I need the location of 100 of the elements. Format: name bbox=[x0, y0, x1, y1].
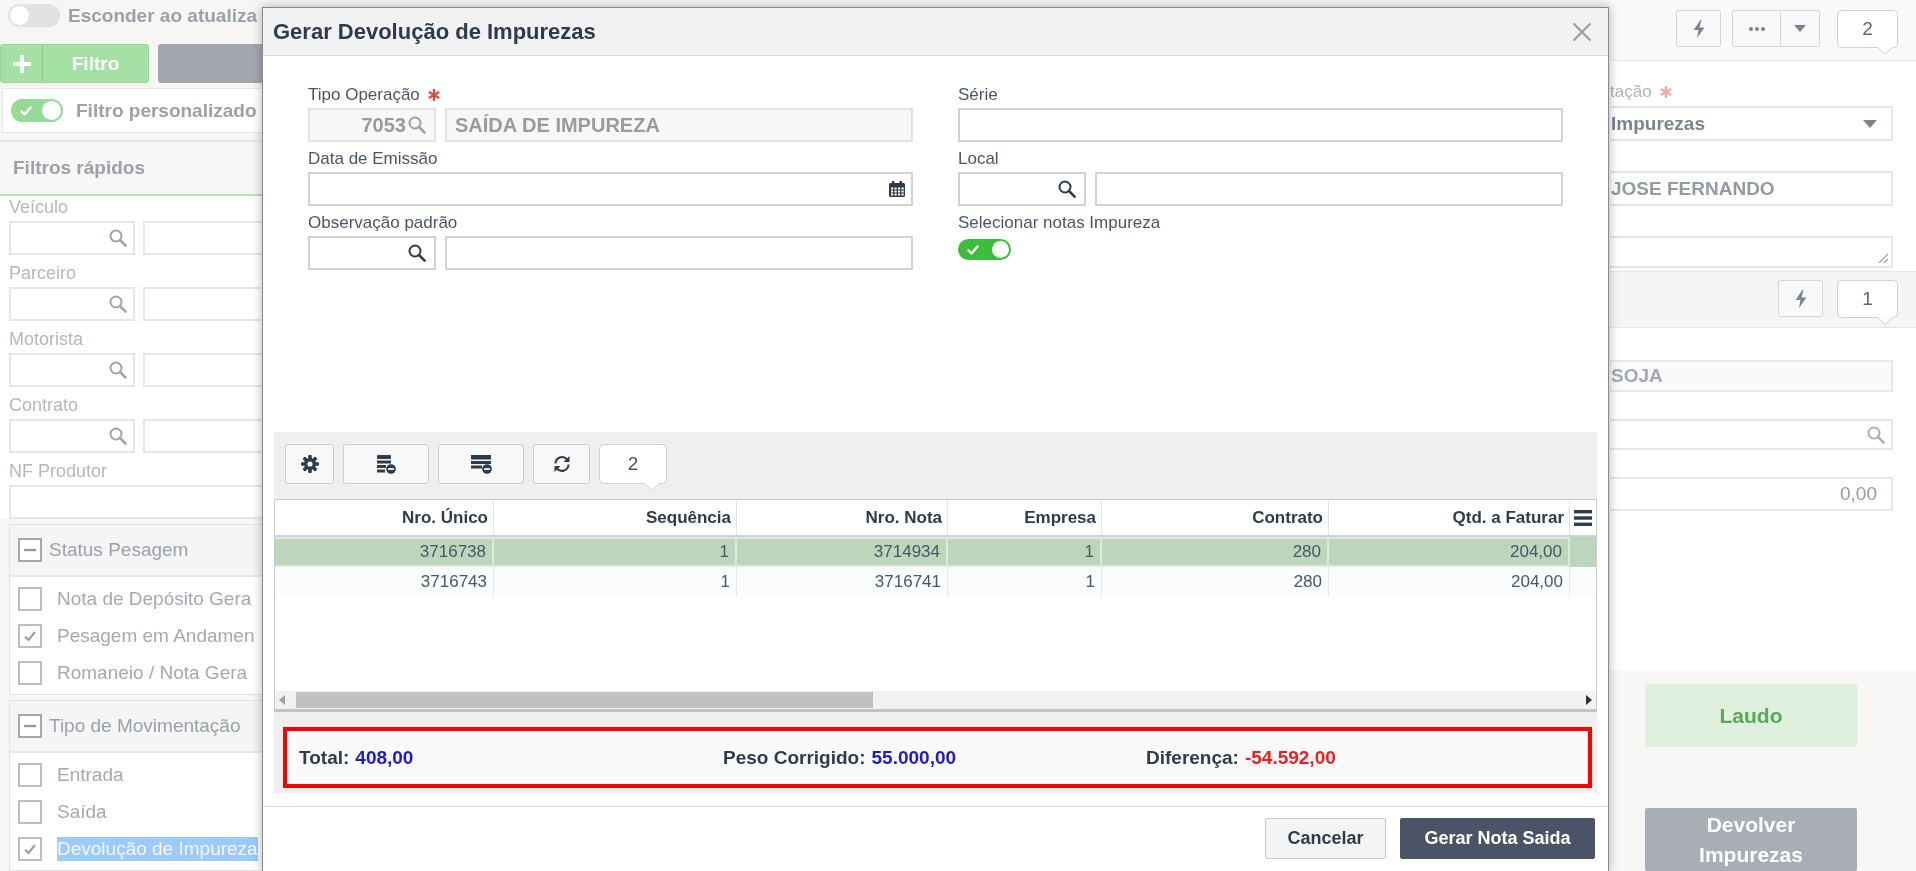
action-button[interactable]: Devolver Impurezas bbox=[1645, 808, 1857, 871]
checkbox-label[interactable]: Romaneio / Nota Gera bbox=[57, 660, 248, 685]
input-field[interactable] bbox=[445, 236, 913, 270]
table-cell: 1 bbox=[948, 567, 1102, 597]
input-field[interactable]: JOSE FERNANDO bbox=[1610, 171, 1893, 206]
table-cell: 280 bbox=[1102, 537, 1329, 567]
input-field[interactable] bbox=[9, 221, 135, 255]
column-header[interactable]: Sequência bbox=[494, 500, 737, 535]
input-field[interactable] bbox=[1610, 419, 1893, 450]
action-button[interactable] bbox=[1676, 10, 1721, 47]
input-field[interactable]: 0,00 bbox=[1610, 477, 1893, 511]
table-button[interactable] bbox=[343, 444, 429, 484]
refresh-icon bbox=[552, 455, 571, 473]
field-label: NF Produtor bbox=[9, 462, 108, 480]
minus-box-icon[interactable] bbox=[18, 538, 42, 562]
checkbox[interactable] bbox=[18, 623, 42, 648]
record-count: 1 bbox=[1837, 280, 1898, 325]
toggle-switch[interactable] bbox=[958, 239, 1011, 260]
search-icon[interactable] bbox=[1058, 180, 1076, 198]
input-field[interactable] bbox=[308, 236, 436, 270]
checkbox[interactable] bbox=[18, 836, 42, 861]
dropdown-button[interactable] bbox=[1781, 10, 1820, 47]
field-label: Parceiro bbox=[9, 264, 77, 282]
field-label: tação bbox=[1610, 82, 1652, 102]
column-header[interactable]: Empresa bbox=[948, 500, 1102, 535]
check-icon bbox=[967, 244, 979, 255]
column-header[interactable]: Contrato bbox=[1102, 500, 1329, 535]
column-header[interactable]: Nro. Único bbox=[275, 500, 494, 535]
table-row[interactable]: 3716743 1 3716741 1 280 204,00 bbox=[275, 567, 1596, 597]
input-field[interactable] bbox=[958, 172, 1086, 206]
field-label: Observação padrão bbox=[308, 213, 458, 233]
caret-icon bbox=[1863, 119, 1877, 128]
action-button[interactable] bbox=[1778, 280, 1823, 317]
field-label: Data de Emissão bbox=[308, 149, 438, 169]
table-button[interactable] bbox=[438, 444, 524, 484]
settings-button[interactable] bbox=[285, 444, 334, 484]
scroll-left-icon[interactable] bbox=[279, 695, 285, 705]
table-row[interactable]: 3716738 1 3714934 1 280 204,00 bbox=[275, 537, 1596, 567]
text-area[interactable] bbox=[1610, 236, 1893, 268]
close-icon[interactable] bbox=[1572, 21, 1592, 42]
toggle-label: Filtro personalizado bbox=[76, 99, 257, 122]
table-cell: 3716741 bbox=[737, 567, 948, 597]
table-cell: 1 bbox=[494, 567, 737, 597]
input-field[interactable] bbox=[1095, 172, 1563, 206]
scrollbar-thumb[interactable] bbox=[296, 692, 873, 708]
group-title: Tipo de Movimentação bbox=[49, 715, 241, 737]
input-field[interactable] bbox=[9, 419, 135, 453]
checkbox[interactable] bbox=[18, 799, 42, 824]
summary-value: -54.592,00 bbox=[1244, 746, 1336, 769]
table-cell: 1 bbox=[948, 537, 1102, 567]
search-icon[interactable] bbox=[408, 244, 426, 262]
table-cell: 3716743 bbox=[275, 567, 494, 597]
table-minus-icon bbox=[470, 454, 492, 474]
more-button[interactable] bbox=[1732, 10, 1781, 47]
add-filter-button[interactable]: Filtro bbox=[0, 44, 149, 83]
record-count: 2 bbox=[1837, 10, 1898, 55]
input-field[interactable] bbox=[143, 287, 262, 321]
toggle-switch[interactable] bbox=[11, 99, 63, 122]
submit-button[interactable]: Gerar Nota Saida bbox=[1400, 818, 1595, 859]
input-field[interactable] bbox=[143, 419, 262, 453]
minus-box-icon[interactable] bbox=[18, 714, 42, 738]
input-field[interactable] bbox=[9, 485, 262, 519]
table-cell: 3714934 bbox=[737, 537, 948, 567]
scroll-right-icon[interactable] bbox=[1586, 695, 1592, 705]
dialog-title: Gerar Devolução de Impurezas bbox=[273, 18, 596, 45]
field-label: Local bbox=[958, 149, 999, 169]
refresh-button[interactable] bbox=[533, 444, 590, 484]
calendar-icon[interactable] bbox=[889, 181, 905, 197]
panel-header: Filtros rápidos bbox=[0, 140, 262, 196]
input-field[interactable] bbox=[9, 287, 135, 321]
date-field[interactable] bbox=[308, 172, 913, 206]
summary-label: Diferença: bbox=[1146, 746, 1239, 769]
checkbox[interactable] bbox=[18, 586, 42, 611]
horizontal-scrollbar[interactable] bbox=[275, 691, 1596, 709]
table-cell: 1 bbox=[494, 537, 737, 567]
checkbox-label[interactable]: Entrada bbox=[57, 762, 124, 787]
input-field[interactable] bbox=[9, 353, 135, 387]
input-field[interactable] bbox=[958, 108, 1563, 142]
cancel-button[interactable]: Cancelar bbox=[1265, 818, 1386, 859]
column-header[interactable]: Nro. Nota bbox=[737, 500, 948, 535]
checkbox-label[interactable]: Devolução de Impureza bbox=[57, 836, 258, 861]
column-header[interactable]: Qtd. a Faturar bbox=[1329, 500, 1570, 535]
ellipsis-icon bbox=[1748, 26, 1765, 31]
checkbox-label[interactable]: Pesagem em Andamen bbox=[57, 623, 255, 648]
menu-icon[interactable] bbox=[1574, 509, 1592, 526]
checkbox-label[interactable]: Nota de Depósito Gera bbox=[57, 586, 252, 611]
table-cell: 3716738 bbox=[275, 537, 494, 567]
table-cell: 204,00 bbox=[1329, 567, 1570, 597]
checkbox[interactable] bbox=[18, 660, 42, 685]
checkbox[interactable] bbox=[18, 762, 42, 787]
lightning-icon bbox=[1692, 19, 1705, 38]
input-field[interactable] bbox=[143, 221, 262, 255]
dropdown-field[interactable]: Impurezas bbox=[1610, 106, 1893, 141]
record-count: 2 bbox=[599, 444, 667, 491]
plus-icon bbox=[12, 54, 31, 73]
toggle-switch[interactable] bbox=[8, 4, 60, 27]
lightning-icon bbox=[1794, 289, 1807, 308]
checkbox-label[interactable]: Saída bbox=[57, 799, 107, 824]
field-label: Tipo Operação bbox=[308, 85, 420, 105]
input-field[interactable] bbox=[143, 353, 262, 387]
